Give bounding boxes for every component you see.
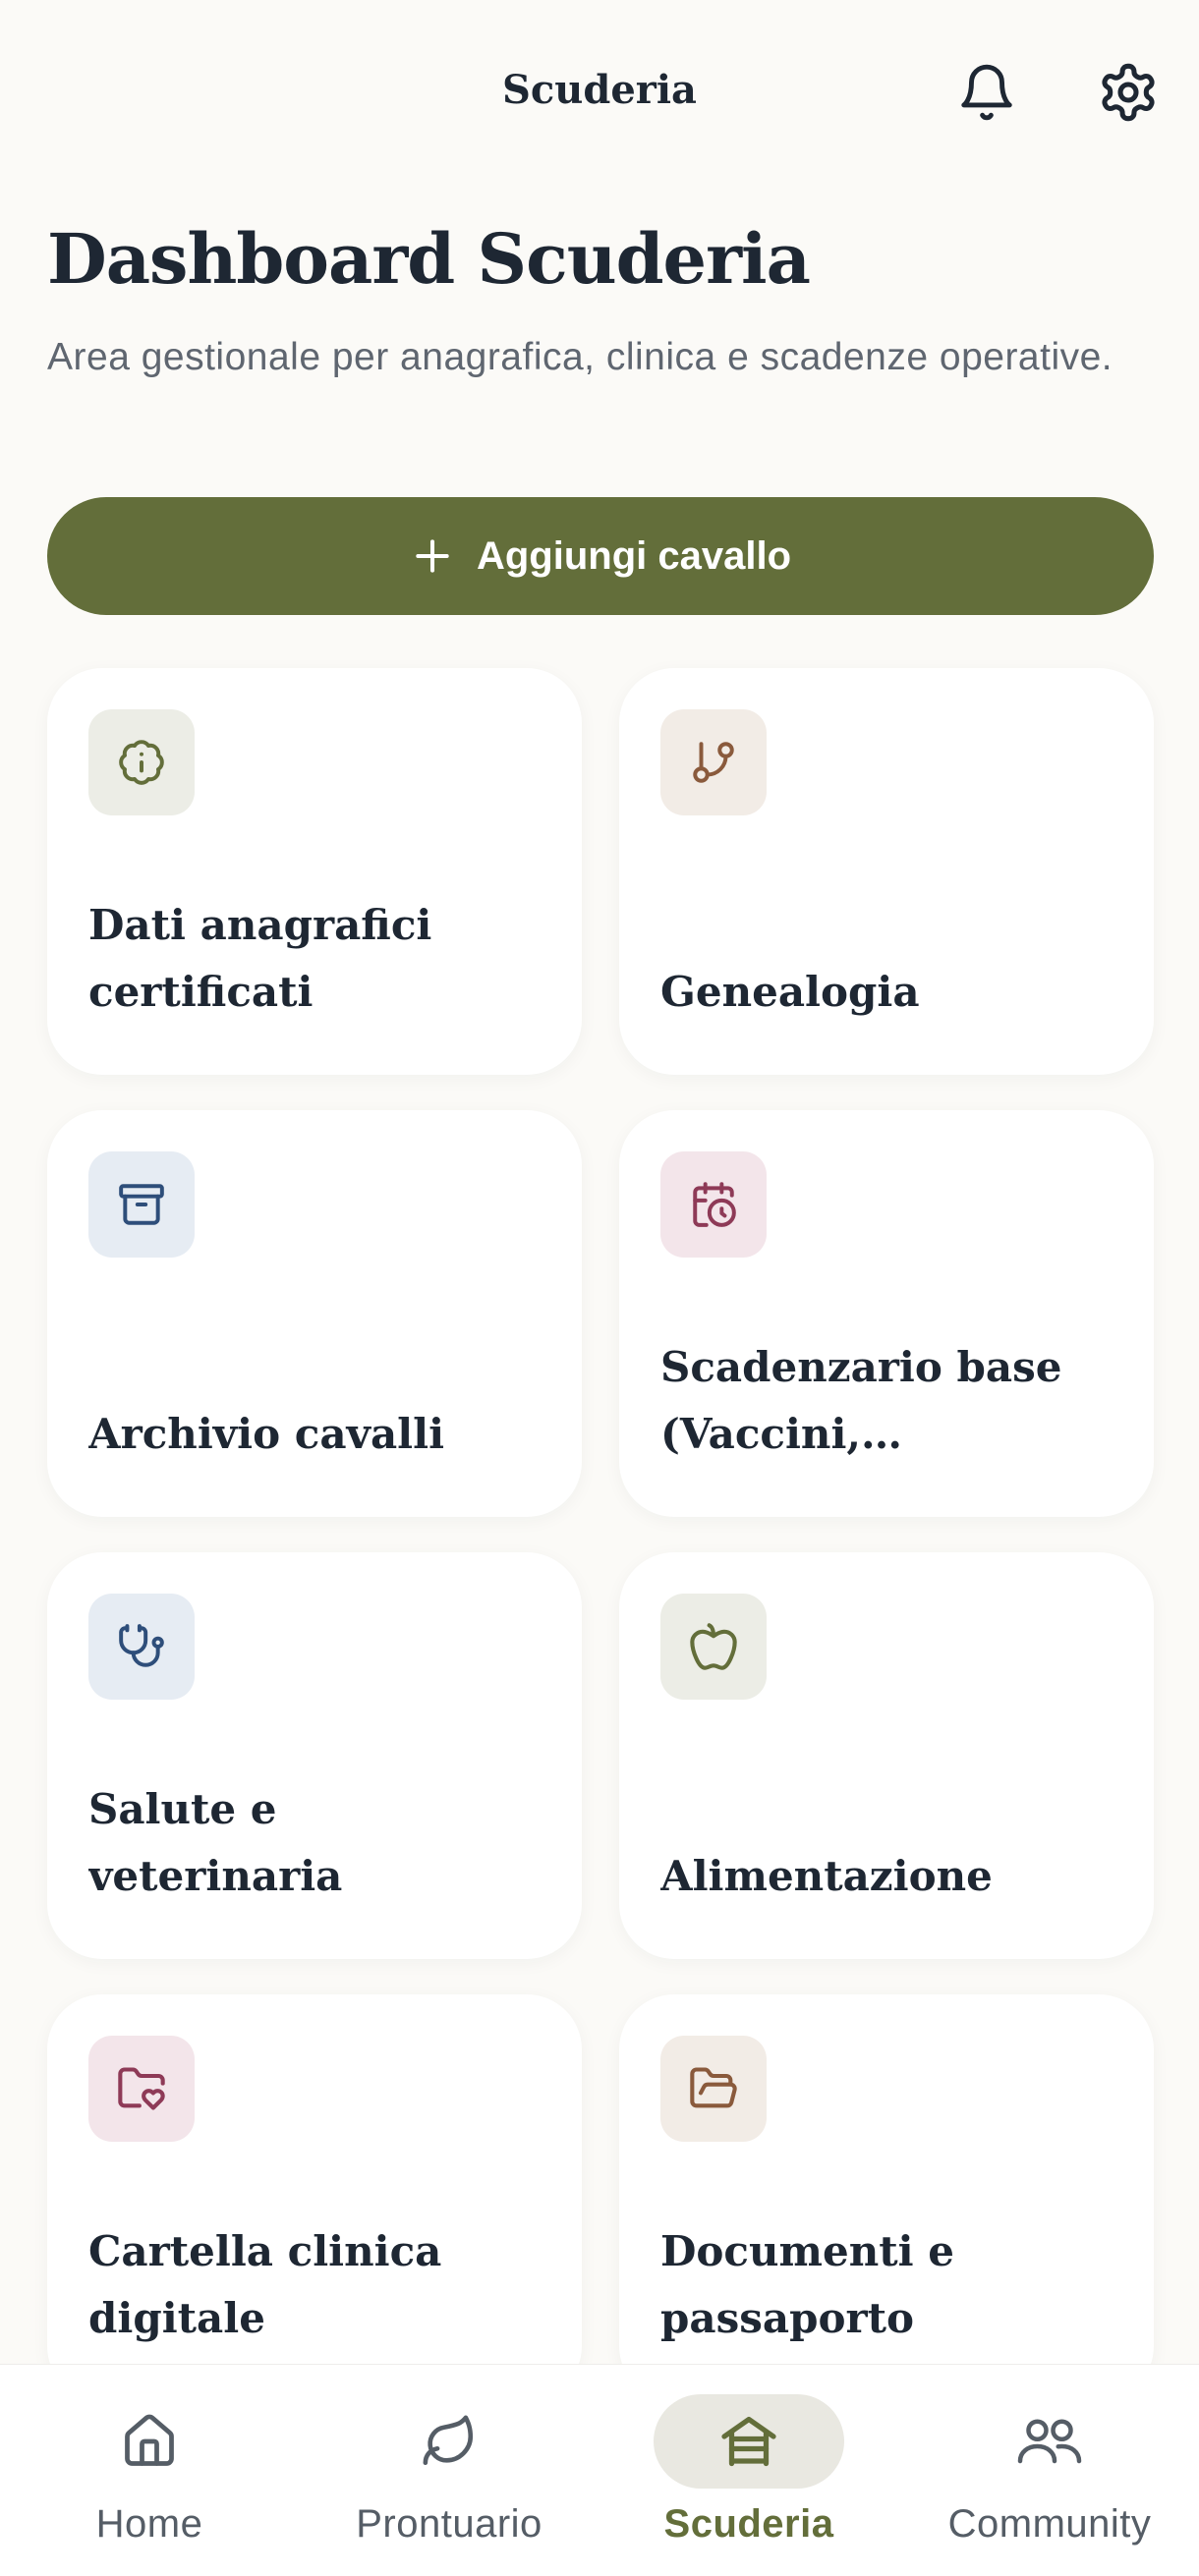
nav-item-prontuario[interactable]: Prontuario — [302, 2388, 597, 2575]
card-genealogia[interactable]: Genealogia — [619, 668, 1154, 1075]
nav-label: Prontuario — [356, 2502, 542, 2546]
apple-icon — [660, 1594, 767, 1700]
card-label: Documenti e passaporto — [660, 2227, 954, 2342]
nav-item-home[interactable]: Home — [2, 2388, 297, 2575]
bottom-navigation: Home Prontuario Scuderia Community — [0, 2364, 1199, 2576]
card-label: Archivio cavalli — [88, 1410, 445, 1458]
card-label: Scadenzario base (Vaccini, Vermifughi) — [660, 1343, 1062, 1458]
card-scadenzario[interactable]: Scadenzario base (Vaccini, Vermifughi) — [619, 1110, 1154, 1517]
card-archivio-cavalli[interactable]: Archivio cavalli — [47, 1110, 582, 1517]
card-label: Dati anagrafici certificati — [88, 901, 432, 1016]
bell-icon[interactable] — [949, 55, 1024, 130]
add-horse-label: Aggiungi cavallo — [476, 533, 792, 578]
badge-info-icon — [88, 709, 195, 815]
add-horse-button[interactable]: Aggiungi cavallo — [47, 497, 1154, 615]
stable-icon — [654, 2394, 844, 2489]
leaf-icon — [354, 2394, 544, 2489]
gear-icon[interactable] — [1091, 55, 1166, 130]
card-label: Cartella clinica digitale — [88, 2227, 442, 2342]
stethoscope-icon — [88, 1594, 195, 1700]
plus-icon — [410, 533, 455, 579]
card-documenti-passaporto[interactable]: Documenti e passaporto — [619, 1994, 1154, 2401]
folder-open-icon — [660, 2036, 767, 2142]
card-label: Genealogia — [660, 968, 920, 1016]
users-icon — [954, 2394, 1145, 2489]
nav-item-community[interactable]: Community — [902, 2388, 1197, 2575]
nav-label: Home — [95, 2502, 203, 2546]
page-subtitle: Area gestionale per anagrafica, clinica … — [47, 336, 1113, 378]
nav-label: Community — [947, 2502, 1152, 2546]
nav-label: Scuderia — [663, 2502, 834, 2546]
archive-icon — [88, 1151, 195, 1258]
card-label: Salute e veterinaria — [88, 1785, 343, 1900]
card-salute-veterinaria[interactable]: Salute e veterinaria — [47, 1552, 582, 1959]
card-label: Alimentazione — [660, 1852, 993, 1900]
scuderia-dashboard: Scuderia Dashboard Scuderia Area gestion… — [0, 0, 1199, 2576]
top-bar: Scuderia — [0, 0, 1199, 196]
git-branch-icon — [660, 709, 767, 815]
calendar-clock-icon — [660, 1151, 767, 1258]
card-dati-anagrafici[interactable]: Dati anagrafici certificati — [47, 668, 582, 1075]
page-title: Dashboard Scuderia — [47, 218, 811, 300]
card-alimentazione[interactable]: Alimentazione — [619, 1552, 1154, 1959]
home-icon — [54, 2394, 245, 2489]
card-cartella-clinica[interactable]: Cartella clinica digitale — [47, 1994, 582, 2401]
nav-item-scuderia[interactable]: Scuderia — [601, 2388, 896, 2575]
folder-heart-icon — [88, 2036, 195, 2142]
